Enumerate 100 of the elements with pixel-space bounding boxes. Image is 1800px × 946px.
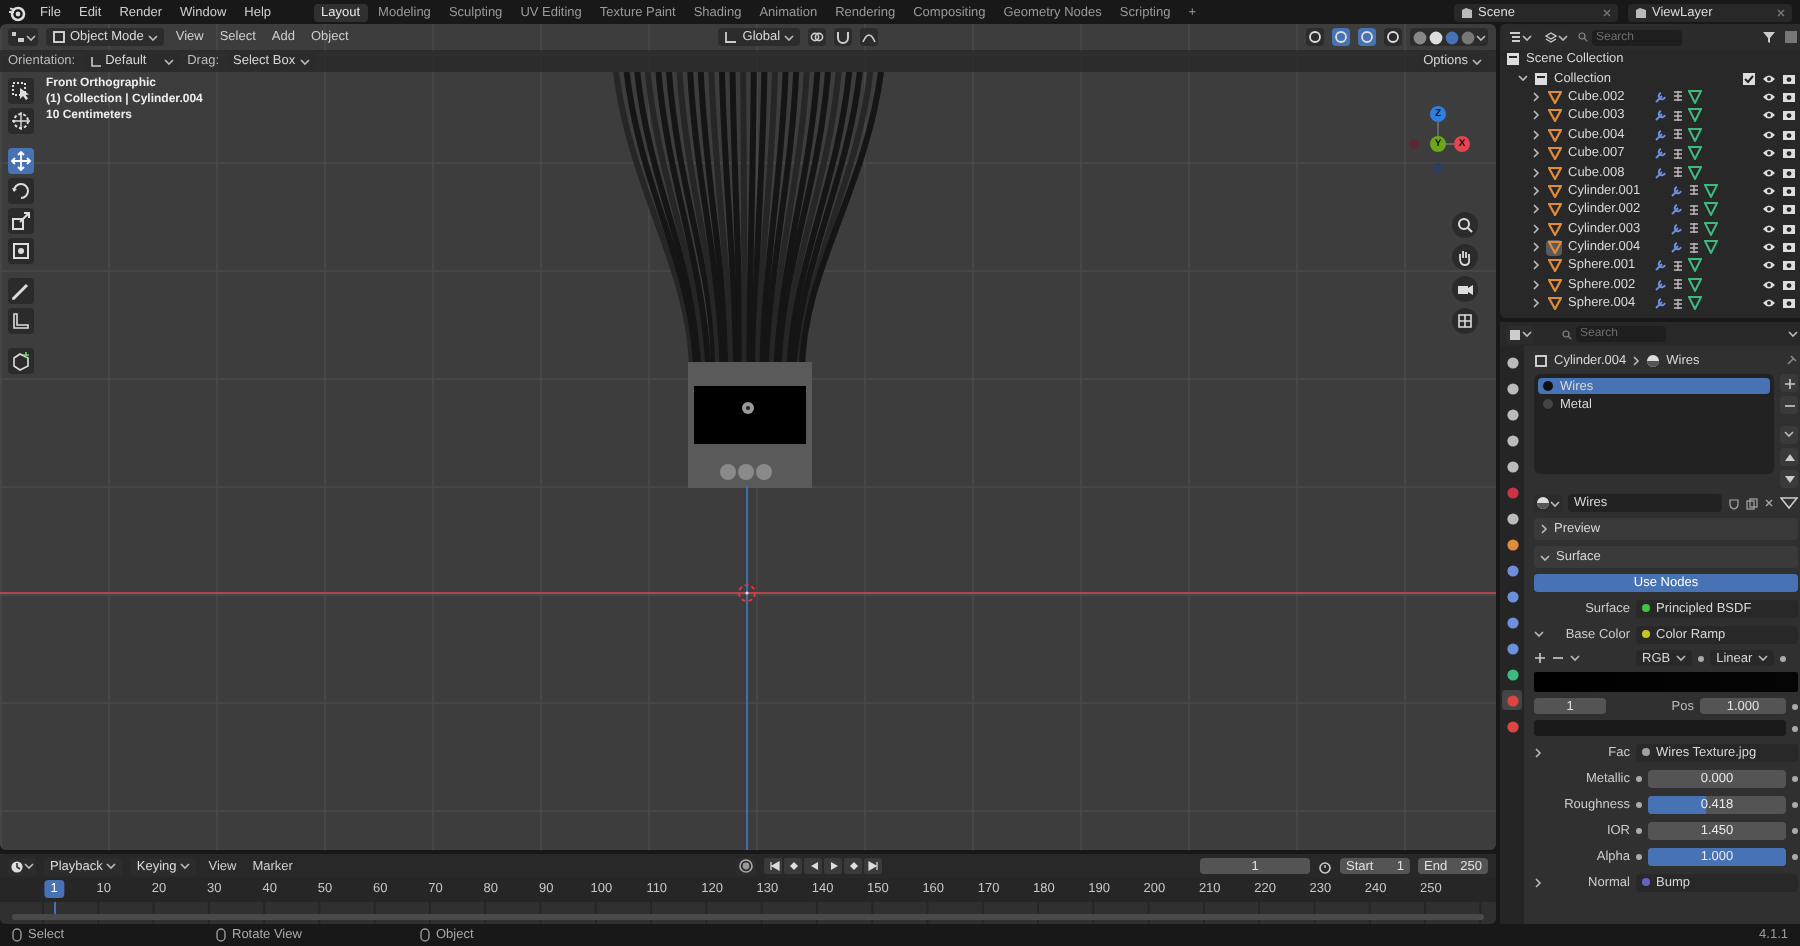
properties-tab[interactable]	[1502, 456, 1522, 476]
properties-tab[interactable]	[1502, 404, 1522, 424]
editor-type-button[interactable]	[8, 28, 38, 46]
properties-tab[interactable]	[1502, 638, 1522, 658]
tool-button[interactable]	[8, 308, 34, 334]
mesh-object-icon[interactable]	[1547, 296, 1561, 311]
move-up-button[interactable]	[1780, 448, 1798, 466]
tool-button[interactable]	[8, 208, 34, 234]
logo-icon[interactable]	[8, 3, 26, 21]
material-grid-icon[interactable]	[1672, 297, 1684, 310]
material-grid-icon[interactable]	[1672, 128, 1684, 141]
editor-type-button[interactable]	[1506, 325, 1534, 343]
material-grid-icon[interactable]	[1672, 147, 1684, 160]
material-grid-icon[interactable]	[1688, 241, 1700, 254]
slot-menu-button[interactable]	[1780, 426, 1798, 444]
camera-icon[interactable]	[1782, 258, 1796, 273]
jump-end-button[interactable]	[864, 858, 883, 874]
material-grid-icon[interactable]	[1672, 259, 1684, 272]
shading-buttons[interactable]	[1410, 28, 1488, 46]
editor-type-button[interactable]	[8, 857, 36, 875]
camera-icon[interactable]	[1782, 108, 1796, 123]
camera-icon[interactable]	[1782, 221, 1796, 236]
perspective-button[interactable]	[1452, 308, 1478, 334]
mesh-object-icon[interactable]	[1547, 258, 1561, 273]
mesh-object-icon[interactable]	[1547, 183, 1561, 198]
properties-tab[interactable]	[1502, 586, 1522, 606]
tool-button[interactable]	[8, 278, 34, 304]
camera-icon[interactable]	[1782, 127, 1796, 142]
chevron-icon[interactable]	[1534, 747, 1542, 757]
properties-tab[interactable]	[1502, 716, 1522, 736]
tool-button[interactable]	[8, 348, 34, 374]
material-grid-icon[interactable]	[1688, 222, 1700, 235]
pin-icon[interactable]	[1784, 354, 1798, 368]
record-button[interactable]	[736, 857, 757, 875]
camera-icon[interactable]	[1782, 296, 1796, 311]
zoom-button[interactable]	[1452, 212, 1478, 238]
material-grid-icon[interactable]	[1688, 203, 1700, 216]
mesh-object-icon[interactable]	[1547, 240, 1561, 255]
mesh-object-icon[interactable]	[1547, 108, 1561, 123]
mesh-object-icon[interactable]	[1547, 89, 1561, 104]
browse-material-button[interactable]	[1534, 494, 1562, 512]
properties-tab[interactable]	[1502, 508, 1522, 528]
tool-button[interactable]	[8, 78, 34, 104]
jump-start-button[interactable]	[764, 858, 783, 874]
duplicate-icon[interactable]	[1746, 497, 1758, 509]
close-icon[interactable]	[1602, 7, 1612, 17]
camera-icon[interactable]	[1782, 71, 1796, 86]
move-down-button[interactable]	[1780, 470, 1798, 488]
close-icon[interactable]	[1764, 498, 1774, 508]
mesh-object-icon[interactable]	[1547, 146, 1561, 161]
material-grid-icon[interactable]	[1672, 278, 1684, 291]
properties-tab[interactable]	[1502, 534, 1522, 554]
display-mode-button[interactable]	[1542, 28, 1570, 46]
properties-tab[interactable]	[1502, 612, 1522, 632]
play-reverse-button[interactable]	[804, 858, 823, 874]
add-slot-button[interactable]	[1780, 374, 1798, 392]
camera-icon[interactable]	[1782, 165, 1796, 180]
color-ramp[interactable]	[1534, 672, 1798, 692]
properties-tab[interactable]	[1502, 430, 1522, 450]
plus-icon[interactable]	[1534, 652, 1546, 664]
properties-tab[interactable]	[1502, 352, 1522, 372]
pan-button[interactable]	[1452, 244, 1478, 270]
material-grid-icon[interactable]	[1672, 109, 1684, 122]
mesh-object-icon[interactable]	[1547, 165, 1561, 180]
new-collection-icon[interactable]	[1784, 30, 1798, 44]
chevron-icon[interactable]	[1632, 356, 1641, 366]
tool-button[interactable]	[8, 108, 34, 134]
shield-icon[interactable]	[1728, 497, 1740, 509]
camera-icon[interactable]	[1782, 240, 1796, 255]
chevron-icon[interactable]	[1534, 877, 1542, 887]
properties-tab[interactable]	[1502, 664, 1522, 684]
snap-button[interactable]	[834, 28, 853, 46]
camera-icon[interactable]	[1782, 146, 1796, 161]
material-grid-icon[interactable]	[1672, 90, 1684, 103]
camera-view-button[interactable]	[1452, 276, 1478, 302]
mesh-object-icon[interactable]	[1547, 277, 1561, 292]
material-grid-icon[interactable]	[1672, 166, 1684, 179]
camera-icon[interactable]	[1782, 89, 1796, 104]
remove-slot-button[interactable]	[1780, 396, 1798, 414]
mesh-object-icon[interactable]	[1547, 127, 1561, 142]
mesh-object-icon[interactable]	[1547, 202, 1561, 217]
material-grid-icon[interactable]	[1688, 184, 1700, 197]
tool-button[interactable]	[8, 178, 34, 204]
camera-icon[interactable]	[1782, 202, 1796, 217]
properties-tab[interactable]	[1502, 378, 1522, 398]
chevron-icon[interactable]	[1534, 630, 1544, 638]
close-icon[interactable]	[1776, 7, 1786, 17]
camera-icon[interactable]	[1782, 277, 1796, 292]
chevron-icon[interactable]	[1540, 524, 1548, 534]
stopwatch-icon[interactable]	[1318, 859, 1332, 873]
camera-icon[interactable]	[1782, 183, 1796, 198]
prev-keyframe-button[interactable]	[784, 858, 803, 874]
filter-icon[interactable]	[1762, 30, 1776, 44]
properties-tab[interactable]	[1502, 560, 1522, 580]
next-keyframe-button[interactable]	[844, 858, 863, 874]
play-button[interactable]	[824, 858, 843, 874]
chevron-icon[interactable]	[1540, 553, 1550, 561]
pivot-button[interactable]	[808, 28, 827, 46]
checkbox-icon[interactable]	[1742, 71, 1756, 86]
minus-icon[interactable]	[1552, 652, 1564, 664]
